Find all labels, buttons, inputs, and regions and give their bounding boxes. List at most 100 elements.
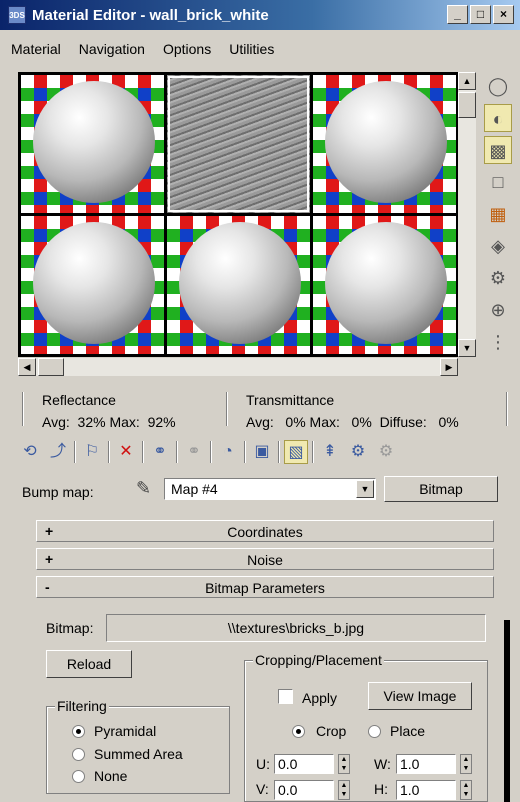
slots-horizontal-scrollbar[interactable]: ◀ ▶ (18, 358, 458, 376)
menu-bar: Material Navigation Options Utilities (0, 38, 281, 60)
v-label: V: (256, 781, 269, 797)
sample-slot-6[interactable] (313, 216, 456, 354)
u-spinner[interactable]: ▲ ▼ (338, 754, 350, 774)
divider (210, 441, 212, 463)
make-preview-icon[interactable]: ◈ (484, 232, 512, 260)
chevron-down-icon[interactable]: ▼ (356, 480, 374, 498)
slots-vertical-scrollbar[interactable]: ▲ ▼ (458, 72, 476, 357)
sphere-preview (325, 81, 447, 203)
minimize-button[interactable]: _ (447, 5, 468, 24)
sphere-preview (325, 222, 447, 344)
reload-button[interactable]: Reload (46, 650, 132, 678)
scroll-right-icon[interactable]: ▶ (440, 358, 458, 376)
scroll-up-icon[interactable]: ▲ (458, 72, 476, 90)
pick-material-icon[interactable]: ⚙ (374, 440, 398, 464)
scroll-down-icon[interactable]: ▼ (458, 339, 476, 357)
sample-slots (18, 72, 458, 357)
u-field[interactable]: 0.0 (274, 754, 334, 774)
show-map-in-viewport-icon[interactable]: ▣ (250, 440, 274, 464)
expand-icon: + (45, 523, 54, 539)
divider (244, 441, 246, 463)
apply-checkbox[interactable] (278, 689, 293, 704)
menu-options[interactable]: Options (152, 38, 218, 60)
expand-icon: + (45, 551, 54, 567)
sample-slot-3[interactable] (313, 75, 456, 213)
menu-utilities[interactable]: Utilities (218, 38, 281, 60)
sample-slot-1[interactable] (21, 75, 164, 213)
pyramidal-label: Pyramidal (94, 723, 157, 739)
view-image-button[interactable]: View Image (368, 682, 472, 710)
sphere-preview (179, 222, 301, 344)
h-spinner[interactable]: ▲ ▼ (460, 780, 472, 800)
options-icon[interactable]: ⚙ (484, 264, 512, 292)
cropping-title: Cropping/Placement (253, 652, 384, 668)
sample-slot-5[interactable] (167, 216, 310, 354)
reset-map-icon[interactable]: ✕ (114, 440, 138, 464)
rollout-title: Coordinates (227, 524, 303, 540)
divider (142, 441, 144, 463)
scroll-left-icon[interactable]: ◀ (18, 358, 36, 376)
backlight-icon[interactable]: ◐ (484, 104, 512, 132)
map-type-button[interactable]: Bitmap (384, 476, 498, 502)
h-label: H: (374, 781, 388, 797)
divider (506, 392, 508, 426)
w-spinner[interactable]: ▲ ▼ (460, 754, 472, 774)
noise-rollout[interactable]: Noise + (36, 548, 494, 570)
make-unique-icon[interactable]: ⚭ (148, 440, 172, 464)
sample-uv-tiling-icon[interactable]: □ (484, 168, 512, 196)
go-to-parent-icon[interactable]: ⇞ (318, 440, 342, 464)
select-by-material-icon[interactable]: ⊕ (484, 296, 512, 324)
u-label: U: (256, 756, 270, 772)
reflectance-label: Reflectance (42, 392, 116, 408)
video-color-check-icon[interactable]: ▦ (484, 200, 512, 228)
collapse-icon: - (45, 579, 50, 595)
sphere-preview (33, 81, 155, 203)
menu-material[interactable]: Material (0, 38, 68, 60)
assign-to-selection-icon[interactable]: ⚐ (80, 440, 104, 464)
material-map-navigator-icon[interactable]: ⋮ (484, 328, 512, 356)
h-field[interactable]: 1.0 (396, 780, 456, 800)
material-effects-channel-icon[interactable]: ◔ (216, 440, 240, 464)
go-forward-to-sibling-icon[interactable]: ⚙ (346, 440, 370, 464)
bitmap-path-button[interactable]: \\textures\bricks_b.jpg (106, 614, 486, 642)
material-toolbar: ⟲ ⤴ ⚐ ✕ ⚭ ⚭ ◔ ▣ ▧ ⇞ ⚙ ⚙ (18, 438, 398, 466)
pyramidal-radio[interactable] (72, 725, 85, 738)
crop-radio[interactable] (292, 725, 305, 738)
divider (278, 441, 280, 463)
put-to-scene-icon[interactable]: ⤴ (46, 440, 70, 464)
place-label: Place (390, 723, 426, 739)
bitmap-label: Bitmap: (46, 620, 94, 636)
none-radio[interactable] (72, 770, 85, 783)
map-name-dropdown[interactable]: Map #4 ▼ (164, 478, 376, 500)
apply-label: Apply (302, 690, 338, 706)
bitmap-parameters-rollout[interactable]: Bitmap Parameters - (36, 576, 494, 598)
close-button[interactable]: × (493, 5, 514, 24)
sample-slot-4[interactable] (21, 216, 164, 354)
show-end-result-icon[interactable]: ▧ (284, 440, 308, 464)
sample-slot-2-active[interactable] (167, 75, 310, 213)
v-field[interactable]: 0.0 (274, 780, 334, 800)
bump-map-label: Bump map: (22, 484, 94, 500)
sample-type-icon[interactable]: ◯ (484, 72, 512, 100)
rollout-scrollbar[interactable] (504, 620, 510, 802)
divider (176, 441, 178, 463)
title-bar[interactable]: 3DS Material Editor - wall_brick_white _… (0, 0, 520, 30)
v-spinner[interactable]: ▲ ▼ (338, 780, 350, 800)
summed-area-radio[interactable] (72, 748, 85, 761)
w-field[interactable]: 1.0 (396, 754, 456, 774)
sphere-preview (33, 222, 155, 344)
get-material-icon[interactable]: ⟲ (18, 440, 42, 464)
eyedropper-icon[interactable]: ✎ (136, 478, 151, 499)
window-title: Material Editor - wall_brick_white (32, 6, 269, 24)
background-checker-icon[interactable]: ▩ (484, 136, 512, 164)
app-icon: 3DS (8, 6, 26, 24)
w-label: W: (374, 756, 391, 772)
place-radio[interactable] (368, 725, 381, 738)
scroll-thumb[interactable] (458, 92, 476, 118)
put-to-library-icon[interactable]: ⚭ (182, 440, 206, 464)
scroll-thumb[interactable] (38, 358, 64, 376)
coordinates-rollout[interactable]: Coordinates + (36, 520, 494, 542)
maximize-button[interactable]: □ (470, 5, 491, 24)
menu-navigation[interactable]: Navigation (68, 38, 152, 60)
divider (312, 441, 314, 463)
